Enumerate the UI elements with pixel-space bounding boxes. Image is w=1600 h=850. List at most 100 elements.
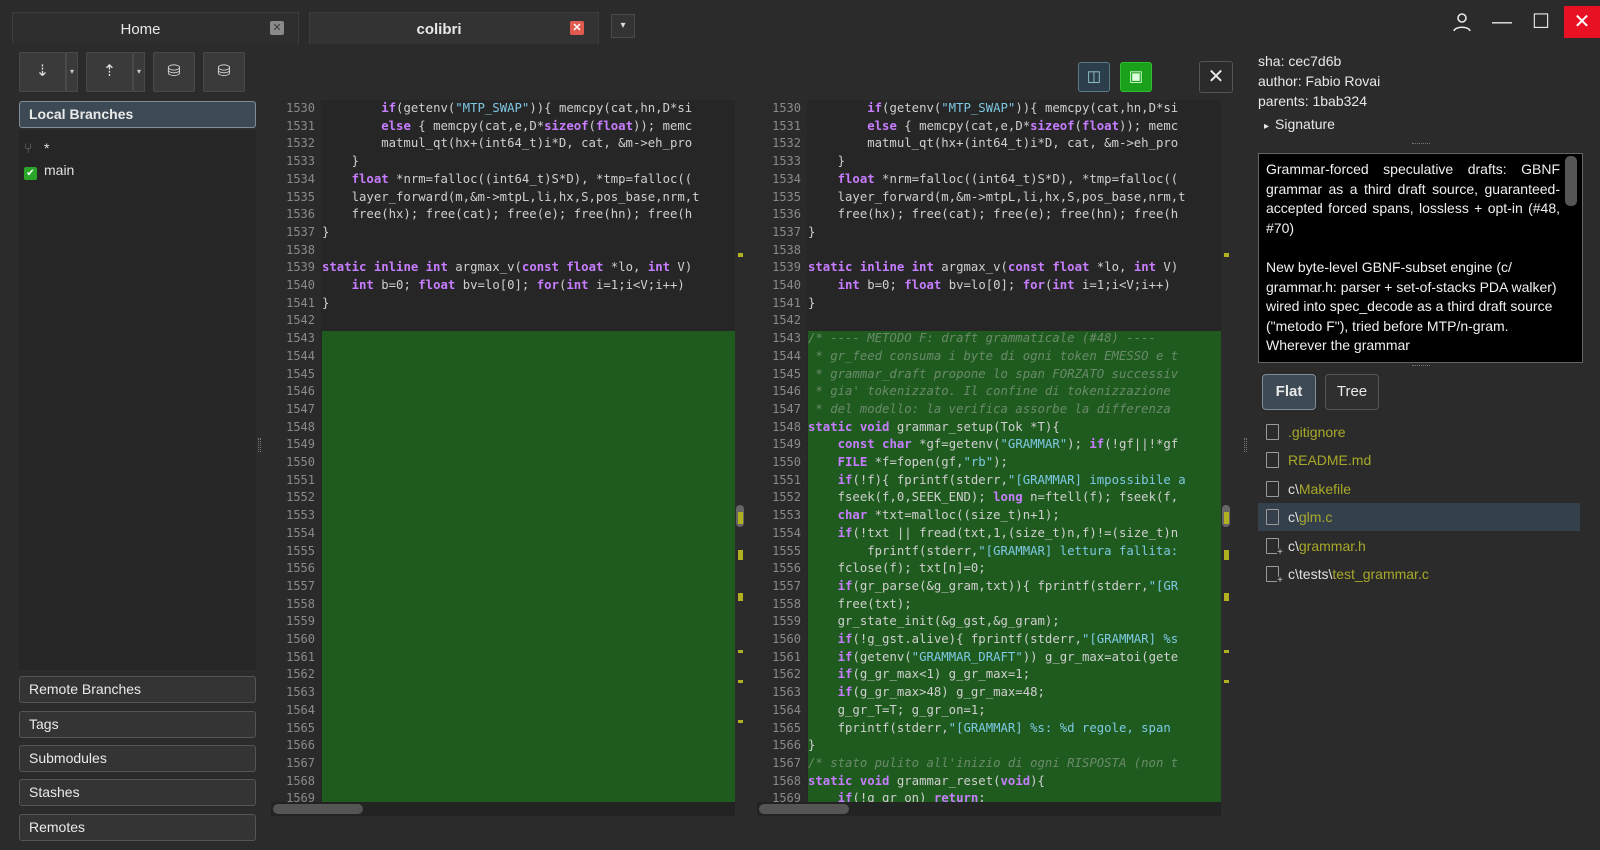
line-number: 1552: [772, 490, 801, 505]
line-number: 1565: [286, 720, 315, 735]
remotes-header[interactable]: Remotes: [19, 814, 256, 841]
file-item[interactable]: c\Makefile: [1258, 475, 1580, 503]
tree-view-button[interactable]: Tree: [1325, 374, 1379, 410]
line-number: 1533: [772, 154, 801, 169]
minimize-button[interactable]: —: [1484, 6, 1520, 38]
code-line: }: [322, 295, 330, 310]
branch-item-detached[interactable]: ⑂ *: [24, 138, 49, 158]
line-number: 1556: [286, 561, 315, 576]
local-branches-header[interactable]: Local Branches: [19, 101, 256, 128]
line-number: 1556: [772, 561, 801, 576]
file-name: grammar.h: [1298, 537, 1366, 554]
line-number: 1562: [772, 667, 801, 682]
tags-header[interactable]: Tags: [19, 711, 256, 738]
scroll-thumb[interactable]: [1565, 156, 1577, 206]
line-number: 1561: [772, 649, 801, 664]
window-close-button[interactable]: ✕: [1564, 6, 1600, 38]
diff-pane-old[interactable]: 1530 1531 1532 1533 1534 1535 1536 1537 1538 1539…: [271, 100, 735, 816]
line-number: 1568: [286, 773, 315, 788]
commit-message[interactable]: Grammar-forced speculative drafts: GBNF …: [1258, 153, 1583, 363]
line-number: 1541: [772, 295, 801, 310]
horizontal-scrollbar[interactable]: [271, 802, 735, 816]
code-line: matmul_qt(hx+(int64_t)i*D, cat, &m->eh_p…: [808, 136, 1179, 151]
line-number: 1563: [286, 685, 315, 700]
flat-view-button[interactable]: Flat: [1262, 374, 1316, 410]
stash-pop-button[interactable]: ⛁: [203, 52, 245, 92]
code-line: FILE *f=fopen(gf,"rb");: [837, 455, 1008, 469]
commit-parents[interactable]: parents: 1bab324: [1258, 93, 1367, 109]
code-line: }: [808, 154, 846, 169]
code-area[interactable]: if(getenv("MTP_SWAP")){ memcpy(cat,hn,D*…: [808, 100, 1221, 816]
diff-marker: [738, 253, 743, 257]
tab-menu-button[interactable]: ▾: [611, 14, 635, 38]
line-number: 1540: [286, 278, 315, 292]
tab-home[interactable]: Home ✕: [12, 12, 299, 44]
line-number: 1551: [286, 472, 315, 487]
line-number: 1535: [772, 189, 801, 204]
code-line: if(!txt || fread(txt,1,(size_t)n,f)!=(si…: [837, 525, 1179, 540]
stash-button[interactable]: ⛁: [153, 52, 195, 92]
remote-branches-header[interactable]: Remote Branches: [19, 676, 256, 703]
tab-colibri[interactable]: colibri ✕: [309, 12, 599, 44]
line-number: 1544: [286, 348, 315, 363]
split-view-button[interactable]: ◫: [1078, 62, 1110, 92]
code-line: if(!f){ fprintf(stderr,"[GRAMMAR] imposs…: [837, 472, 1186, 487]
line-number: 1567: [772, 755, 801, 770]
code-line: * gia' tokenizzato. Il confine di tokeni…: [808, 384, 1179, 399]
code-line: free(hx); free(cat); free(e); free(hn); …: [808, 207, 1179, 222]
line-number: 1532: [286, 136, 315, 151]
fetch-button[interactable]: ⇣: [19, 52, 66, 92]
code-line: matmul_qt(hx+(int64_t)i*D, cat, &m->eh_p…: [322, 136, 693, 151]
code-line: else { memcpy(cat,e,D*sizeof(float)); me…: [381, 118, 693, 133]
maximize-button[interactable]: ☐: [1523, 6, 1559, 38]
diff-pane-new[interactable]: 1530 1531 1532 1533 1534 1535 1536 1537 1538 1539…: [757, 100, 1221, 816]
commit-message-body: New byte-level GBNF-subset engine (c/ gr…: [1266, 259, 1557, 353]
diff-marker: [1224, 593, 1229, 601]
scroll-thumb[interactable]: [273, 804, 363, 814]
splitter-handle[interactable]: [1244, 438, 1247, 452]
signature-toggle[interactable]: ▸ Signature: [1264, 116, 1335, 132]
file-item[interactable]: README.md: [1258, 446, 1580, 474]
code-line: fprintf(stderr,"[GRAMMAR] lettura fallit…: [808, 543, 1179, 558]
line-number: 1545: [286, 366, 315, 381]
horizontal-scrollbar[interactable]: [757, 802, 1221, 816]
line-number: 1568: [772, 773, 801, 788]
file-item[interactable]: c\tests\test_grammar.c: [1258, 560, 1580, 588]
line-number: 1553: [286, 508, 315, 523]
line-number-gutter: 1530 1531 1532 1533 1534 1535 1536 1537 1538 1539…: [757, 100, 807, 816]
push-dropdown[interactable]: ▾: [133, 52, 145, 92]
line-number: 1548: [772, 419, 801, 434]
close-diff-button[interactable]: ✕: [1199, 61, 1233, 93]
submodules-header[interactable]: Submodules: [19, 745, 256, 772]
line-number: 1553: [772, 508, 801, 523]
close-icon[interactable]: ✕: [270, 21, 284, 35]
file-item[interactable]: c\grammar.h: [1258, 532, 1580, 560]
scroll-thumb[interactable]: [759, 804, 849, 814]
code-line: free(hx); free(cat); free(e); free(hn); …: [322, 207, 693, 222]
file-item[interactable]: c\glm.c: [1258, 503, 1580, 532]
splitter-handle[interactable]: [1412, 143, 1430, 145]
line-number: 1534: [286, 171, 315, 186]
code-line: }: [808, 224, 816, 239]
code-line: if(!g_gst.alive){ fprintf(stderr,"[GRAMM…: [837, 632, 1186, 646]
line-number: 1544: [772, 348, 801, 363]
splitter-handle[interactable]: [258, 438, 261, 452]
line-number: 1562: [286, 667, 315, 682]
line-number: 1540: [772, 278, 801, 292]
file-name: test_grammar.c: [1332, 566, 1429, 582]
stashes-header[interactable]: Stashes: [19, 779, 256, 806]
vertical-scrollbar[interactable]: [1222, 100, 1230, 816]
diff-marker: [1224, 512, 1229, 524]
file-item[interactable]: .gitignore: [1258, 418, 1580, 446]
unified-view-button[interactable]: ▣: [1120, 62, 1152, 92]
user-icon[interactable]: [1444, 6, 1480, 38]
file-name: Makefile: [1298, 480, 1352, 497]
fetch-dropdown[interactable]: ▾: [66, 52, 78, 92]
branch-label: main: [44, 162, 75, 178]
vertical-scrollbar[interactable]: [736, 100, 744, 816]
code-line: int b=0; float bv=lo[0]; for(int i=1;i<V…: [837, 278, 1171, 292]
splitter-handle[interactable]: [1412, 365, 1430, 367]
branch-item-main[interactable]: ✔ main: [24, 160, 74, 180]
push-button[interactable]: ⇡: [86, 52, 133, 92]
close-icon[interactable]: ✕: [570, 21, 584, 35]
